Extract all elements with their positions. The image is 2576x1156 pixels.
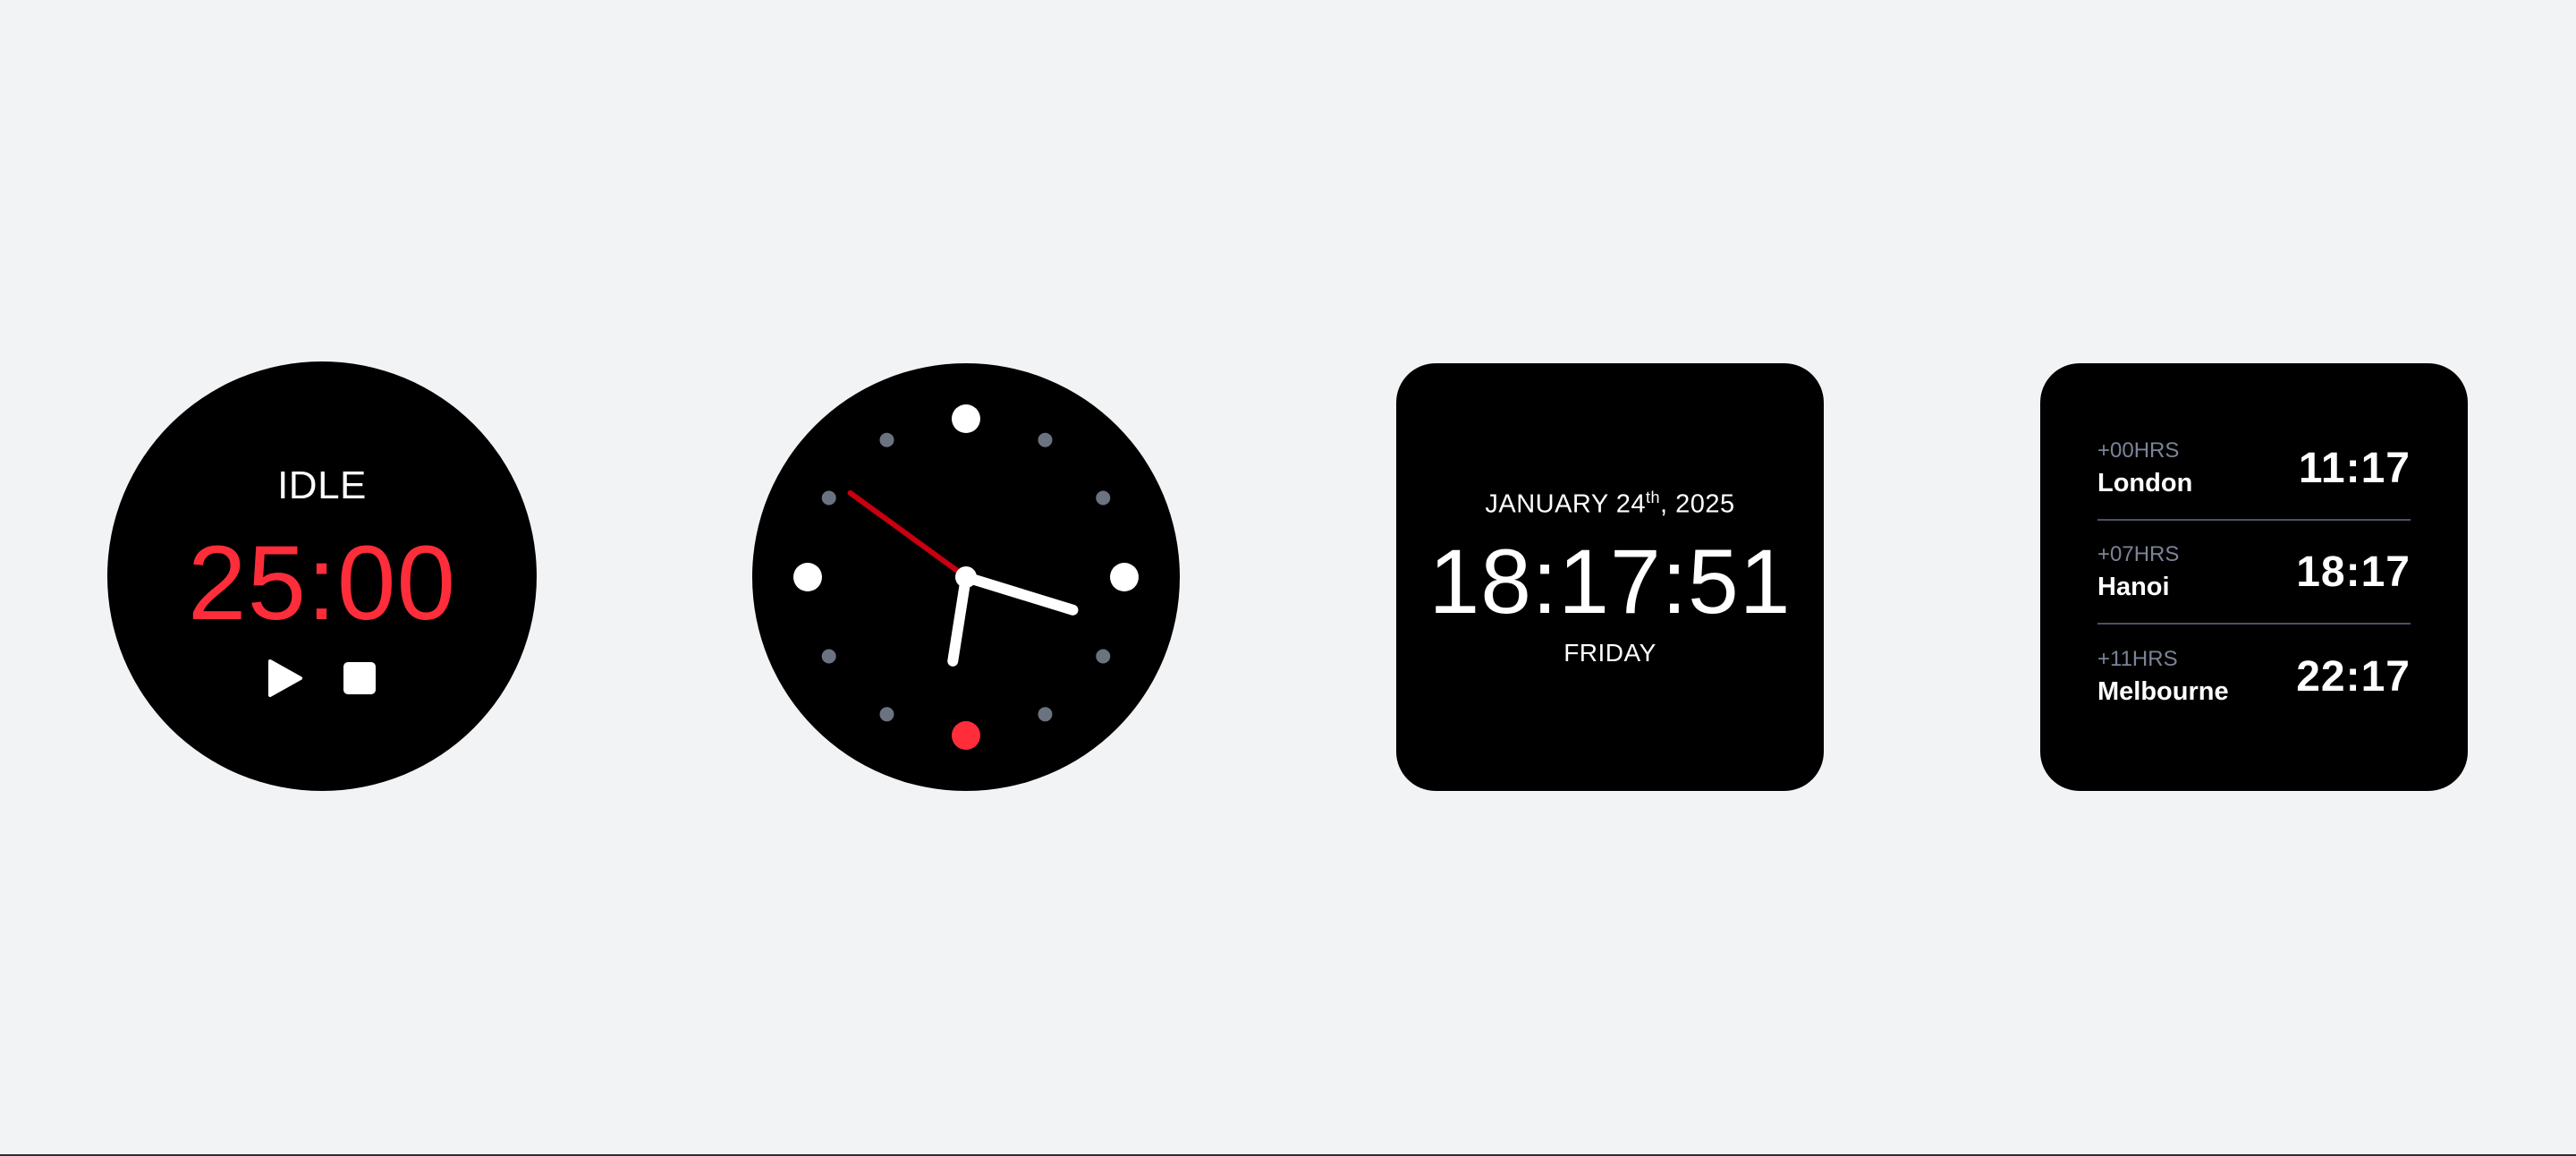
hour-marker-12 [952, 404, 980, 433]
date-month-day: JANUARY 24 [1485, 489, 1646, 519]
timer-controls [107, 659, 537, 698]
digital-time: 18:17:51 [1428, 531, 1792, 633]
play-button[interactable] [265, 659, 304, 698]
play-icon [268, 659, 302, 697]
digital-clock-widget: JANUARY 24th, 2025 18:17:51 FRIDAY [1396, 363, 1824, 791]
world-clock-row: +00HRS London 11:17 [2097, 417, 2411, 521]
hour-marker-4 [1096, 649, 1111, 664]
world-clock-widget: +00HRS London 11:17 +07HRS Hanoi 18:17 +… [2040, 363, 2468, 791]
date-year: , 2025 [1660, 489, 1735, 519]
date-suffix: th [1645, 489, 1660, 506]
hour-marker-5 [1038, 707, 1053, 722]
hour-marker-10 [821, 490, 836, 506]
city-time: 22:17 [2296, 652, 2411, 701]
world-clock-row: +07HRS Hanoi 18:17 [2097, 521, 2411, 625]
hour-marker-9 [793, 563, 822, 591]
hour-hand [947, 572, 971, 667]
date-label: JANUARY 24th, 2025 [1396, 489, 1824, 520]
analog-clock-face [793, 404, 1139, 750]
city-time: 11:17 [2298, 444, 2411, 492]
second-hand [847, 489, 969, 580]
center-pin [955, 566, 977, 588]
city-name: Hanoi [2097, 572, 2170, 601]
timezone-offset: +11HRS [2097, 646, 2178, 671]
hour-marker-8 [821, 649, 836, 664]
hour-marker-6 [952, 721, 980, 750]
hour-marker-3 [1110, 563, 1139, 591]
timezone-offset: +00HRS [2097, 438, 2180, 463]
timer-time: 25:00 [187, 524, 457, 642]
world-clock-row: +11HRS Melbourne 22:17 [2097, 625, 2411, 728]
hour-marker-1 [1038, 432, 1053, 447]
pomodoro-timer-widget: IDLE 25:00 [107, 361, 537, 791]
hour-marker-2 [1096, 490, 1111, 506]
hour-marker-11 [879, 432, 894, 447]
stop-icon [343, 662, 376, 694]
hour-marker-7 [879, 707, 894, 722]
analog-clock-widget [752, 363, 1180, 791]
city-name: London [2097, 468, 2193, 497]
city-time: 18:17 [2296, 548, 2411, 596]
city-name: Melbourne [2097, 676, 2229, 706]
timezone-offset: +07HRS [2097, 541, 2180, 566]
world-clock-list: +00HRS London 11:17 +07HRS Hanoi 18:17 +… [2097, 417, 2411, 728]
timer-status: IDLE [277, 463, 367, 507]
minute-hand [961, 572, 1079, 616]
stop-button[interactable] [340, 659, 379, 698]
day-label: FRIDAY [1563, 639, 1657, 667]
